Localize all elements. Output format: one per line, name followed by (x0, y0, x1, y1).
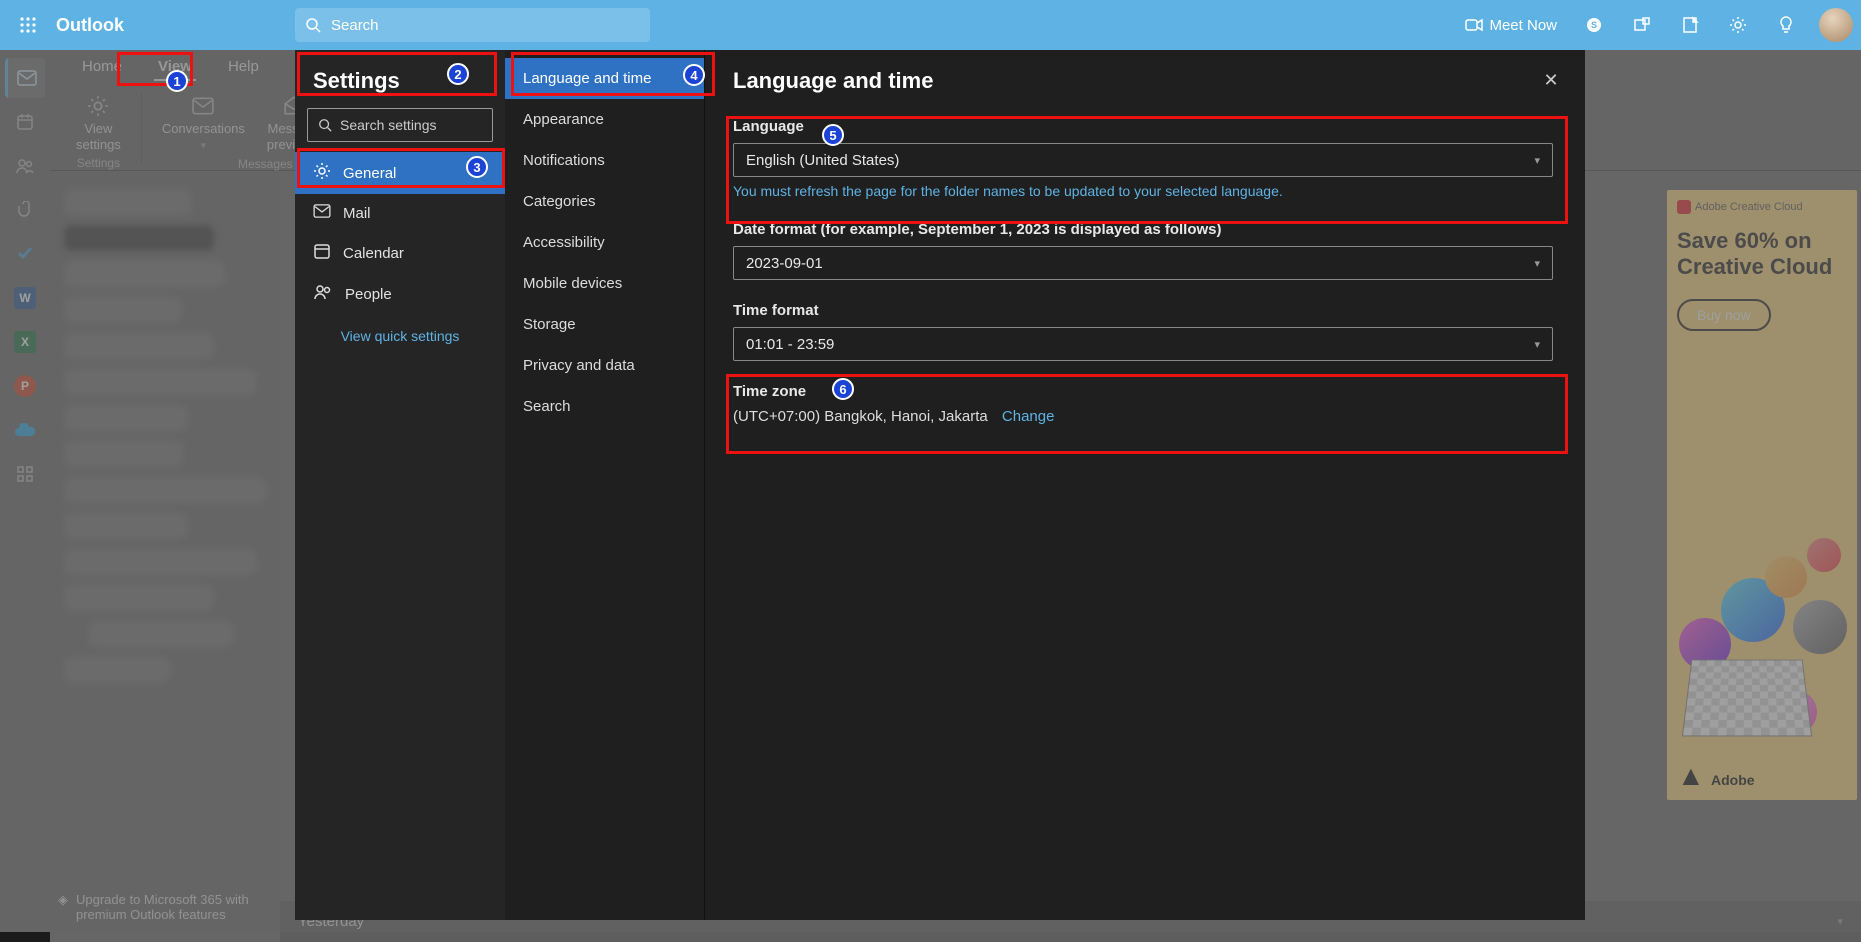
chevron-down-icon: ▾ (1534, 154, 1540, 167)
app-launcher-icon[interactable] (8, 5, 48, 45)
settings-icon[interactable] (1717, 4, 1759, 46)
avatar[interactable] (1819, 8, 1853, 42)
notes-icon[interactable] (1669, 4, 1711, 46)
language-hint[interactable]: You must refresh the page for the folder… (733, 183, 1557, 199)
sub-language-time[interactable]: Language and time (505, 58, 704, 99)
badge-5: 5 (822, 124, 844, 146)
sub-mobile[interactable]: Mobile devices (505, 263, 704, 304)
badge-4: 4 (683, 64, 705, 86)
calendar-icon (313, 242, 331, 264)
meet-now-button[interactable]: Meet Now (1455, 17, 1567, 34)
search-placeholder: Search (331, 17, 379, 34)
badge-6: 6 (832, 378, 854, 400)
language-select[interactable]: English (United States) ▾ (733, 143, 1553, 177)
settings-sub-column: Language and time Appearance Notificatio… (505, 50, 705, 920)
people-icon (313, 284, 333, 304)
panel-heading: Language and time (733, 68, 1557, 94)
settings-content-panel: ✕ Language and time Language English (Un… (705, 50, 1585, 920)
sub-privacy[interactable]: Privacy and data (505, 345, 704, 386)
timezone-value: (UTC+07:00) Bangkok, Hanoi, Jakarta (733, 408, 988, 425)
timezone-label: Time zone (733, 383, 1557, 400)
skype-icon[interactable]: S (1573, 4, 1615, 46)
sub-appearance[interactable]: Appearance (505, 99, 704, 140)
view-quick-settings-link[interactable]: View quick settings (295, 314, 505, 358)
badge-1: 1 (166, 70, 188, 92)
chevron-down-icon: ▾ (1534, 338, 1540, 351)
chevron-down-icon: ▾ (1534, 257, 1540, 270)
time-format-label: Time format (733, 302, 1557, 319)
gear-icon (313, 162, 331, 184)
sub-categories[interactable]: Categories (505, 181, 704, 222)
settings-nav-people[interactable]: People (295, 274, 505, 314)
close-icon[interactable]: ✕ (1535, 64, 1567, 96)
envelope-icon (313, 204, 331, 222)
date-format-label: Date format (for example, September 1, 2… (733, 221, 1557, 238)
search-box[interactable]: Search (295, 8, 650, 42)
settings-search-input[interactable]: Search settings (307, 108, 493, 142)
sub-accessibility[interactable]: Accessibility (505, 222, 704, 263)
sub-notifications[interactable]: Notifications (505, 140, 704, 181)
language-label: Language (733, 118, 1557, 135)
app-name[interactable]: Outlook (56, 15, 124, 36)
settings-title: Settings (295, 50, 505, 108)
badge-2: 2 (447, 63, 469, 85)
timezone-change-link[interactable]: Change (1002, 408, 1055, 425)
svg-text:S: S (1591, 20, 1597, 30)
teams-icon[interactable] (1621, 4, 1663, 46)
tips-icon[interactable] (1765, 4, 1807, 46)
settings-nav-mail[interactable]: Mail (295, 194, 505, 232)
time-format-select[interactable]: 01:01 - 23:59 ▾ (733, 327, 1553, 361)
settings-nav-column: Settings Search settings General Mail Ca… (295, 50, 505, 920)
badge-3: 3 (466, 156, 488, 178)
settings-modal: Settings Search settings General Mail Ca… (295, 50, 1585, 920)
date-format-select[interactable]: 2023-09-01 ▾ (733, 246, 1553, 280)
settings-nav-calendar[interactable]: Calendar (295, 232, 505, 274)
sub-search[interactable]: Search (505, 386, 704, 427)
sub-storage[interactable]: Storage (505, 304, 704, 345)
top-bar: Outlook Search Meet Now S (0, 0, 1861, 50)
